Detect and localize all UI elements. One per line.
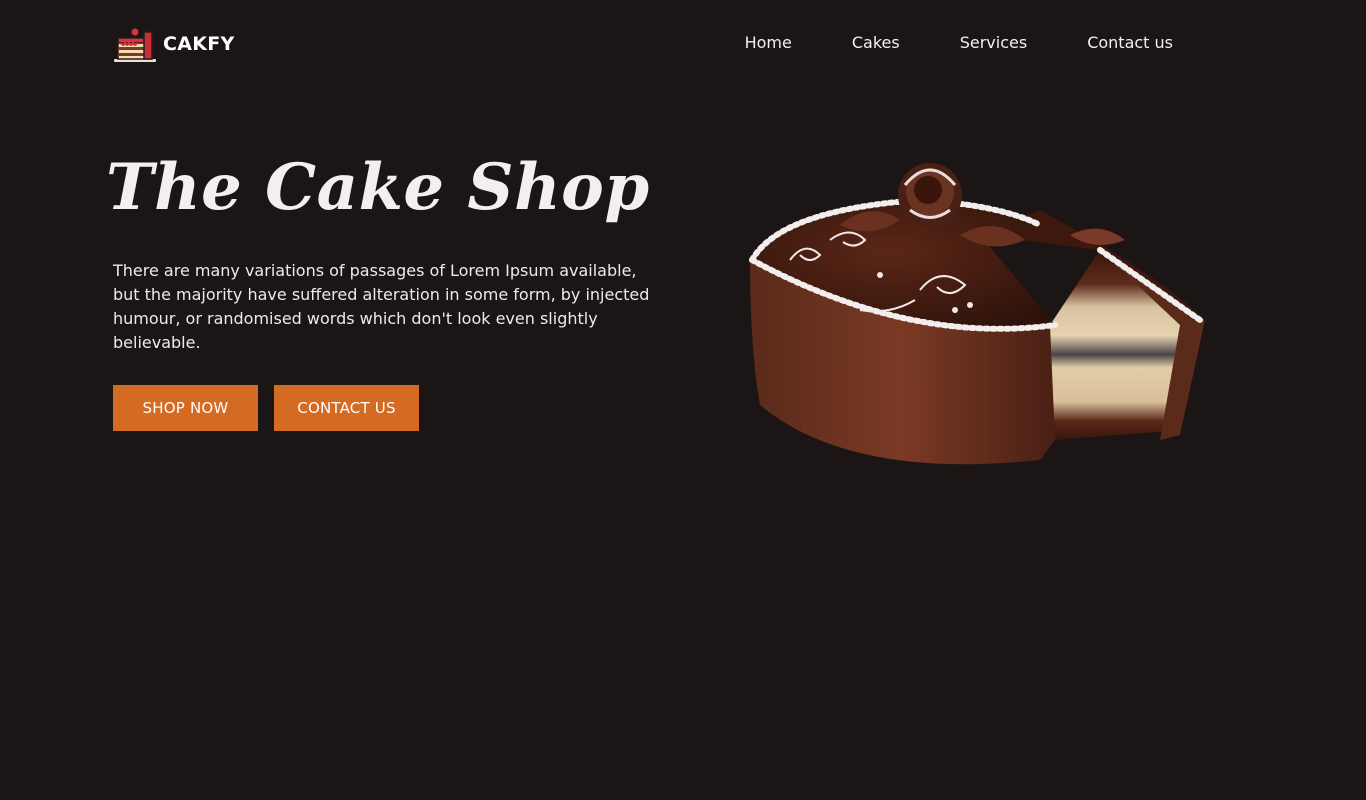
nav-item-cakes[interactable]: Cakes xyxy=(852,32,900,54)
brand-name: CAKFY xyxy=(163,33,235,55)
nav-item-home[interactable]: Home xyxy=(745,32,792,54)
hero-description: There are many variations of passages of… xyxy=(113,261,650,352)
site-header: CAKFY Home Cakes Services Contact us xyxy=(113,24,1223,64)
nav-item-contact[interactable]: Contact us xyxy=(1087,32,1173,54)
cake-slice-icon xyxy=(114,24,156,62)
nav-item-services[interactable]: Services xyxy=(960,32,1027,54)
hero-title: The Cake Shop xyxy=(106,150,650,225)
brand-logo-link[interactable]: CAKFY xyxy=(113,24,235,64)
chocolate-cake-image xyxy=(749,163,1205,465)
contact-us-button[interactable]: CONTACT US xyxy=(274,385,419,431)
landing-page: CAKFY Home Cakes Services Contact us The… xyxy=(0,0,1366,800)
main-nav: Home Cakes Services Contact us xyxy=(745,32,1173,54)
shop-now-button[interactable]: SHOP NOW xyxy=(113,385,258,431)
